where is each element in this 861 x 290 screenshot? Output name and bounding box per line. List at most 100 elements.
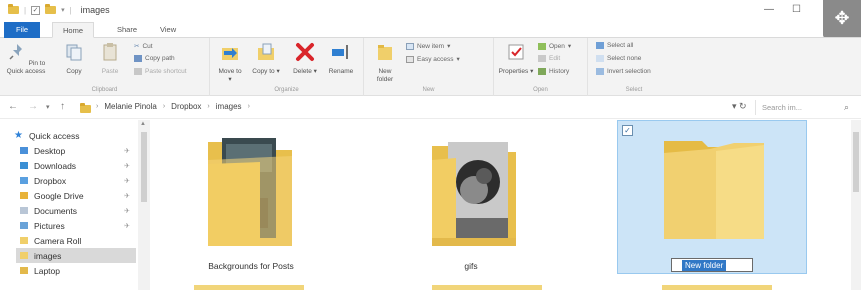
move-to-button[interactable]: Move to ▾ (216, 42, 244, 84)
forward-button[interactable]: → (28, 101, 38, 112)
organize-group: Move to ▾ Copy to ▾ Delete ▾ Rename Orga… (210, 38, 364, 96)
open-button[interactable]: Open ▾ (538, 42, 571, 50)
delete-button[interactable]: Delete ▾ (290, 42, 320, 76)
nav-scrollbar[interactable]: ▲ (138, 120, 150, 290)
properties-button[interactable]: Properties ▾ (498, 42, 534, 76)
new-folder-tile[interactable]: ✓ New folder (617, 120, 807, 274)
new-folder-button[interactable]: New folder (370, 42, 400, 84)
up-button[interactable]: ↑ (60, 101, 65, 112)
nav-item-label: Dropbox (34, 175, 67, 186)
new-folder-icon[interactable] (45, 4, 57, 14)
tab-home[interactable]: Home (52, 22, 95, 38)
scrollbar-thumb[interactable] (141, 132, 147, 202)
breadcrumb-item[interactable]: Melanie Pinola (104, 102, 156, 111)
pin-icon: ✈ (124, 162, 130, 170)
clipboard-group-label: Clipboard (91, 87, 118, 93)
breadcrumb-item[interactable]: Dropbox (171, 102, 201, 111)
breadcrumb-item[interactable]: images (216, 102, 242, 111)
content-scrollbar[interactable] (851, 120, 861, 290)
folder-icon (20, 267, 28, 274)
history-button[interactable]: History (538, 68, 569, 75)
select-all-button[interactable]: Select all (596, 42, 633, 49)
nav-item-desktop[interactable]: Desktop ✈ (20, 143, 144, 158)
nav-item-label: Pictures (34, 220, 65, 231)
maximize-button[interactable]: ☐ (792, 4, 801, 15)
downloads-icon (20, 162, 28, 169)
history-label: History (549, 68, 570, 75)
nav-item-dropbox[interactable]: Dropbox ✈ (20, 173, 144, 188)
title-bar: | ✓ ▾ | images — ☐ ✥ (0, 0, 861, 38)
new-item-button[interactable]: New item ▾ (406, 42, 450, 50)
copy-to-label: Copy to (252, 68, 275, 75)
tab-share[interactable]: Share (107, 22, 147, 38)
select-group: Select all Select none Invert selection … (588, 38, 680, 96)
new-item-label: New item (417, 42, 445, 50)
cut-label: Cut (142, 42, 153, 50)
nav-item-google-drive[interactable]: Google Drive ✈ (20, 188, 144, 203)
nav-item-images[interactable]: images (16, 248, 136, 263)
scissors-icon: ✂ (134, 43, 140, 50)
folder-peek (194, 285, 304, 290)
history-icon (538, 68, 546, 75)
nav-item-quick-access[interactable]: ★ Quick access (14, 128, 138, 143)
customize-toolbar-icon[interactable]: ▾ (61, 6, 65, 14)
selection-checkbox[interactable]: ✓ (622, 125, 633, 136)
separator: | (69, 5, 72, 15)
nav-item-pictures[interactable]: Pictures ✈ (20, 218, 144, 233)
open-label: Open (549, 42, 565, 50)
search-placeholder: Search im... (762, 103, 803, 112)
minimize-button[interactable]: — (764, 4, 774, 15)
folder-name: Backgrounds for Posts (208, 261, 294, 271)
back-button[interactable]: ← (8, 101, 18, 112)
easy-access-button[interactable]: Easy access ▾ (406, 55, 460, 63)
nav-item-documents[interactable]: Documents ✈ (20, 203, 144, 218)
folder-tile[interactable]: Backgrounds for Posts (162, 120, 340, 274)
paste-label: Paste (101, 68, 119, 75)
copy-button[interactable]: Copy (60, 42, 88, 76)
select-none-button[interactable]: Select none (596, 55, 641, 62)
paste-button[interactable]: Paste (96, 42, 124, 76)
paste-shortcut-button[interactable]: Paste shortcut (134, 68, 187, 75)
recent-locations-button[interactable]: ▾ (46, 103, 50, 111)
scrollbar-thumb[interactable] (853, 132, 859, 192)
invert-selection-button[interactable]: Invert selection (596, 68, 651, 75)
folder-tile[interactable]: gifs (382, 120, 560, 274)
nav-item-downloads[interactable]: Downloads ✈ (20, 158, 144, 173)
properties-icon[interactable]: ✓ (31, 5, 41, 15)
nav-item-label: images (34, 250, 62, 261)
ribbon-tabs: File Home Share View (0, 22, 861, 38)
edit-button[interactable]: Edit (538, 55, 560, 62)
easy-access-icon (406, 55, 414, 63)
open-group-label: Open (533, 87, 548, 93)
edit-label: Edit (549, 55, 561, 62)
pin-icon: ✈ (124, 207, 130, 215)
tab-view[interactable]: View (150, 22, 186, 38)
copy-path-button[interactable]: Copy path (134, 55, 175, 62)
folder-peek (662, 285, 772, 290)
google-drive-icon (20, 192, 28, 199)
select-all-icon (596, 42, 604, 49)
paste-icon (103, 43, 117, 61)
refresh-button[interactable]: ▾ ↻ (732, 101, 747, 112)
rename-icon (332, 45, 348, 59)
pin-to-quick-access-button[interactable]: Pin to Quick access (6, 42, 46, 76)
folder-icon (432, 142, 516, 246)
rename-input[interactable]: New folder (671, 258, 753, 272)
navigation-pane: ★ Quick access Desktop ✈ Downloads ✈ Dro… (0, 120, 152, 290)
rename-button[interactable]: Rename (324, 42, 358, 76)
copy-to-button[interactable]: Copy to ▾ (252, 42, 280, 76)
easy-access-label: Easy access (417, 55, 454, 63)
nav-item-label: Google Drive (34, 190, 84, 201)
nav-item-camera-roll[interactable]: Camera Roll (20, 233, 144, 248)
tab-file[interactable]: File (4, 22, 41, 38)
pin-icon: ✈ (124, 147, 130, 155)
nav-item-laptop[interactable]: Laptop (20, 263, 144, 278)
cut-button[interactable]: ✂ Cut (134, 42, 153, 51)
search-input[interactable]: Search im... ⌕ (755, 100, 855, 115)
copy-label: Copy (66, 68, 82, 75)
quick-access-toolbar: | ✓ ▾ | images (8, 4, 110, 15)
select-group-label: Select (625, 87, 643, 93)
scroll-up-icon[interactable]: ▲ (140, 121, 146, 127)
folder-icon (80, 103, 91, 113)
delete-label: Delete (293, 68, 312, 75)
